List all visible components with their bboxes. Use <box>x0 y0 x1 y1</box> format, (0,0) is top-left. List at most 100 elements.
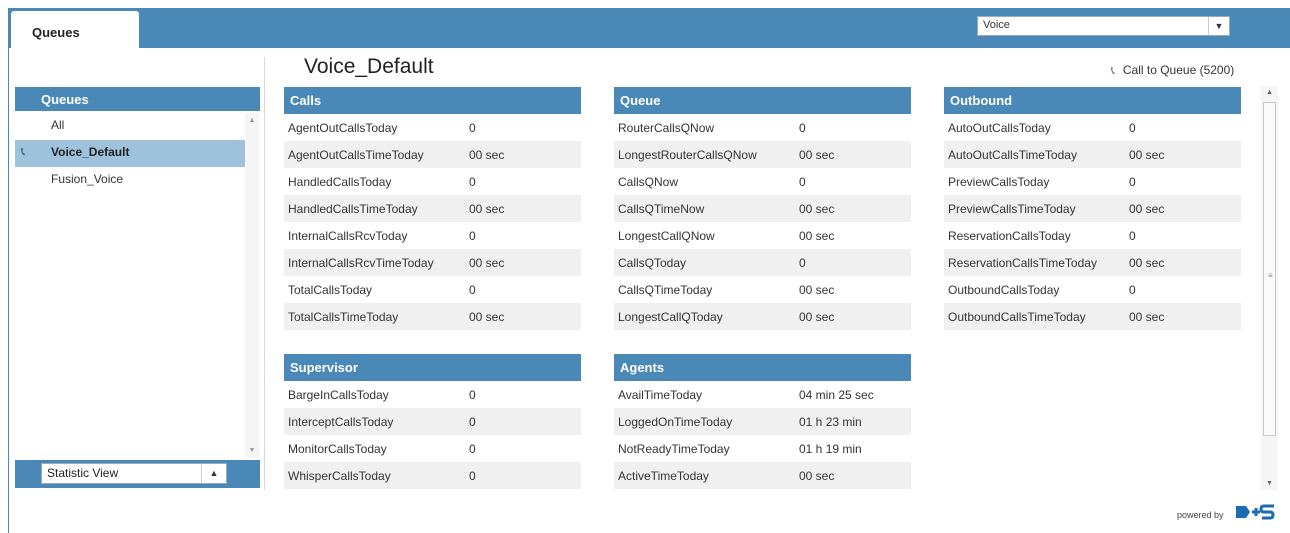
stat-row: LoggedOnTimeToday 01 h 23 min <box>614 408 911 435</box>
calls-panel-title: Calls <box>290 93 322 108</box>
stat-row: HandledCallsTimeToday 00 sec <box>284 195 581 222</box>
stat-row: NotReadyTimeToday 01 h 19 min <box>614 435 911 462</box>
media-type-select[interactable]: Voice ▼ <box>977 16 1230 36</box>
agents-rows: AvailTimeToday 04 min 25 sec LoggedOnTime… <box>614 381 911 489</box>
stat-row: MonitorCallsToday 0 <box>284 435 581 462</box>
stat-key: AutoOutCallsTimeToday <box>948 148 1077 162</box>
stat-row: ReservationCallsToday 0 <box>944 222 1241 249</box>
stat-value: 0 <box>799 175 806 189</box>
stat-value: 00 sec <box>1129 202 1165 216</box>
stat-value: 00 sec <box>469 148 505 162</box>
stat-row: CallsQToday 0 <box>614 249 911 276</box>
stat-value: 0 <box>469 388 476 402</box>
stat-key: LongestRouterCallsQNow <box>618 148 757 162</box>
supervisor-rows: BargeInCallsToday 0 InterceptCallsToday 0 … <box>284 381 581 489</box>
stat-value: 00 sec <box>799 148 835 162</box>
stat-key: InterceptCallsToday <box>288 415 394 429</box>
stat-row: InternalCallsRcvTimeToday 00 sec <box>284 249 581 276</box>
queue-item-fusion-voice[interactable]: Fusion_Voice <box>15 167 245 194</box>
queue-item-label: Voice_Default <box>51 145 130 159</box>
stat-value: 0 <box>1129 175 1136 189</box>
stat-value: 0 <box>799 121 806 135</box>
stat-row: InterceptCallsToday 0 <box>284 408 581 435</box>
stat-value: 0 <box>469 229 476 243</box>
stat-row: CallsQTimeNow 00 sec <box>614 195 911 222</box>
stat-value: 0 <box>1129 229 1136 243</box>
sidebar-divider <box>264 57 265 490</box>
powered-by-label: powered by <box>1177 510 1224 520</box>
stat-value: 01 h 19 min <box>799 442 862 456</box>
phone-icon: 📞︎ <box>1111 65 1115 77</box>
stat-key: BargeInCallsToday <box>288 388 389 402</box>
stat-row: OutboundCallsTimeToday 00 sec <box>944 303 1241 330</box>
scroll-up-icon[interactable]: ▲ <box>1261 89 1278 96</box>
chevron-down-icon[interactable]: ▼ <box>1208 17 1229 35</box>
stat-key: ActiveTimeToday <box>618 469 709 483</box>
scroll-down-icon[interactable]: ▼ <box>1261 480 1278 487</box>
stat-key: ReservationCallsTimeToday <box>948 256 1097 270</box>
stat-key: PreviewCallsTimeToday <box>948 202 1076 216</box>
stat-value: 00 sec <box>1129 310 1165 324</box>
queue-item-voice-default[interactable]: 📞︎ Voice_Default <box>15 140 245 167</box>
stat-value: 0 <box>469 121 476 135</box>
stat-row: BargeInCallsToday 0 <box>284 381 581 408</box>
stat-value: 00 sec <box>1129 148 1165 162</box>
stat-row: LongestCallQToday 00 sec <box>614 303 911 330</box>
stat-value: 0 <box>1129 121 1136 135</box>
media-type-select-value: Voice <box>983 19 1010 31</box>
scroll-up-icon[interactable]: ▲ <box>245 117 259 124</box>
stat-key: TotalCallsToday <box>288 283 373 297</box>
stat-value: 01 h 23 min <box>799 415 862 429</box>
stat-key: ReservationCallsToday <box>948 229 1071 243</box>
stat-value: 00 sec <box>799 310 835 324</box>
grip-icon: ≡ <box>1268 271 1273 280</box>
outbound-panel: Outbound AutoOutCallsToday 0 AutoOutCalls… <box>944 87 1241 330</box>
stat-key: AgentOutCallsTimeToday <box>288 148 424 162</box>
outbound-panel-title: Outbound <box>950 93 1013 108</box>
supervisor-panel: Supervisor BargeInCallsToday 0 InterceptC… <box>284 354 581 489</box>
stat-key: LoggedOnTimeToday <box>618 415 733 429</box>
sidebar-heading: Queues <box>15 87 260 111</box>
stat-row: ActiveTimeToday 00 sec <box>614 462 911 489</box>
stat-value: 00 sec <box>799 469 835 483</box>
stat-value: 00 sec <box>799 202 835 216</box>
stat-key: TotalCallsTimeToday <box>288 310 399 324</box>
stat-value: 00 sec <box>799 283 835 297</box>
stat-key: HandledCallsTimeToday <box>288 202 418 216</box>
scrollbar-thumb[interactable]: ≡ <box>1263 102 1276 436</box>
queue-item-label: All <box>51 118 65 132</box>
stat-row: AgentOutCallsTimeToday 00 sec <box>284 141 581 168</box>
stat-row: HandledCallsToday 0 <box>284 168 581 195</box>
stat-value: 00 sec <box>469 310 505 324</box>
calls-rows: AgentOutCallsToday 0 AgentOutCallsTimeTod… <box>284 114 581 330</box>
queue-item-all[interactable]: All <box>15 113 245 140</box>
stat-row: AgentOutCallsToday 0 <box>284 114 581 141</box>
stat-key: MonitorCallsToday <box>288 442 387 456</box>
call-to-queue-label: Call to Queue (5200) <box>1122 63 1235 77</box>
statistic-view-select[interactable]: Statistic View ▲ <box>41 463 227 484</box>
page-title: Voice_Default <box>304 55 434 78</box>
stat-value: 0 <box>469 283 476 297</box>
stat-key: OutboundCallsTimeToday <box>948 310 1086 324</box>
sidebar-scrollbar[interactable]: ▲ ▼ <box>245 113 259 458</box>
phone-icon: 📞︎ <box>21 146 25 158</box>
tab-queues[interactable]: Queues <box>11 11 139 48</box>
queue-item-label: Fusion_Voice <box>51 172 124 186</box>
sidebar-heading-label: Queues <box>41 92 89 107</box>
left-edge-divider <box>8 48 9 533</box>
stat-row: TotalCallsToday 0 <box>284 276 581 303</box>
stat-row: AvailTimeToday 04 min 25 sec <box>614 381 911 408</box>
chevron-up-icon[interactable]: ▲ <box>201 464 226 483</box>
stat-row: TotalCallsTimeToday 00 sec <box>284 303 581 330</box>
call-to-queue-link[interactable]: 📞︎ Call to Queue (5200) <box>1111 63 1234 78</box>
main-scrollbar[interactable]: ▲ ≡ ▼ <box>1261 86 1278 490</box>
supervisor-panel-header: Supervisor <box>284 354 581 381</box>
queue-panel-header: Queue <box>614 87 911 114</box>
stat-value: 00 sec <box>1129 256 1165 270</box>
stat-key: InternalCallsRcvTimeToday <box>288 256 434 270</box>
stat-row: WhisperCallsToday 0 <box>284 462 581 489</box>
agents-panel: Agents AvailTimeToday 04 min 25 sec Logge… <box>614 354 911 489</box>
scroll-down-icon[interactable]: ▼ <box>245 447 259 454</box>
stat-key: RouterCallsQNow <box>618 121 715 135</box>
stat-key: AgentOutCallsToday <box>288 121 398 135</box>
